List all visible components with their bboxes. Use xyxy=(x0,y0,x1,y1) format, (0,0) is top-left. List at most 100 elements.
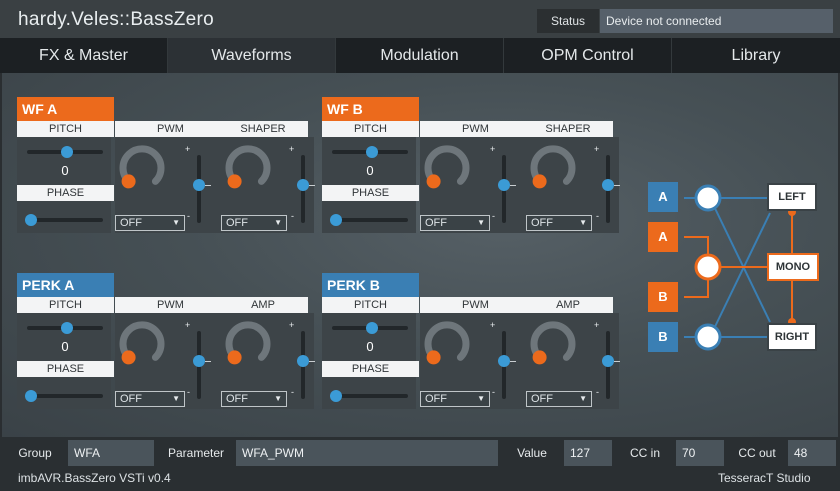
route-output-mono[interactable]: MONO xyxy=(767,253,819,281)
third-mod-select[interactable]: OFF ▼ xyxy=(221,391,287,407)
pitch-slider[interactable] xyxy=(27,146,103,158)
pitch-slider-thumb[interactable] xyxy=(61,146,73,158)
pitch-slider[interactable] xyxy=(27,322,103,334)
pwm-fader-thumb[interactable] xyxy=(193,179,205,191)
third-fader-tick xyxy=(309,361,315,362)
phase-label: PHASE xyxy=(17,185,114,201)
mix-node-a[interactable] xyxy=(694,184,722,212)
route-output-right[interactable]: RIGHT xyxy=(767,323,817,351)
pwm-mod-select[interactable]: OFF ▼ xyxy=(420,215,490,231)
pwm-minus-icon: - xyxy=(492,387,495,397)
third-fader[interactable] xyxy=(602,331,614,399)
pwm-fader[interactable] xyxy=(193,331,205,399)
pwm-knob[interactable] xyxy=(424,145,470,191)
phase-slider-thumb[interactable] xyxy=(25,390,37,402)
third-mod-select[interactable]: OFF ▼ xyxy=(526,391,592,407)
phase-slider[interactable] xyxy=(25,390,103,402)
phase-slider[interactable] xyxy=(330,390,408,402)
third-fader[interactable] xyxy=(297,155,309,223)
pwm-fader[interactable] xyxy=(498,331,510,399)
pwm-fader-thumb[interactable] xyxy=(498,355,510,367)
pwm-fader[interactable] xyxy=(498,155,510,223)
third-fader-thumb[interactable] xyxy=(602,179,614,191)
route-input-b1[interactable]: B xyxy=(648,282,678,312)
route-line xyxy=(709,212,771,338)
third-plus-icon: + xyxy=(594,144,600,154)
third-fader-thumb[interactable] xyxy=(297,355,309,367)
third-label: AMP xyxy=(218,297,308,313)
pitch-value: 0 xyxy=(61,163,69,178)
mix-node-perk[interactable] xyxy=(694,253,722,281)
parameter-value: WFA_PWM xyxy=(236,440,498,466)
pwm-fader[interactable] xyxy=(193,155,205,223)
pwm-minus-icon: - xyxy=(187,387,190,397)
panel-title: PERK B xyxy=(322,273,419,297)
tab-waveforms[interactable]: Waveforms xyxy=(168,38,336,73)
app-title: hardy.Veles::BassZero xyxy=(18,9,215,30)
chevron-down-icon: ▼ xyxy=(477,394,485,403)
third-fader-thumb[interactable] xyxy=(297,179,309,191)
third-mod-select[interactable]: OFF ▼ xyxy=(526,215,592,231)
pwm-plus-icon: + xyxy=(490,320,496,330)
tab-modulation[interactable]: Modulation xyxy=(336,38,504,73)
third-fader-tick xyxy=(614,185,620,186)
pwm-label: PWM xyxy=(115,121,226,137)
pwm-fader-thumb[interactable] xyxy=(498,179,510,191)
phase-slider[interactable] xyxy=(330,214,408,226)
pwm-mod-select[interactable]: OFF ▼ xyxy=(115,215,185,231)
tab-fx-master[interactable]: FX & Master xyxy=(0,38,168,73)
pitch-slider[interactable] xyxy=(332,322,408,334)
pitch-slider-thumb[interactable] xyxy=(61,322,73,334)
parameter-label: Parameter xyxy=(167,446,225,460)
pwm-fader-thumb[interactable] xyxy=(193,355,205,367)
pwm-mod-select[interactable]: OFF ▼ xyxy=(420,391,490,407)
phase-slider-thumb[interactable] xyxy=(330,214,342,226)
third-plus-icon: + xyxy=(289,144,295,154)
third-label: AMP xyxy=(523,297,613,313)
pwm-knob[interactable] xyxy=(424,321,470,367)
cc-out-field[interactable]: 48 xyxy=(788,440,836,466)
pitch-slider-thumb[interactable] xyxy=(366,146,378,158)
phase-slider[interactable] xyxy=(25,214,103,226)
pwm-plus-icon: + xyxy=(490,144,496,154)
pitch-slider-thumb[interactable] xyxy=(366,322,378,334)
third-knob[interactable] xyxy=(530,145,576,191)
pwm-label: PWM xyxy=(420,121,531,137)
third-mod-select[interactable]: OFF ▼ xyxy=(221,215,287,231)
chevron-down-icon: ▼ xyxy=(274,394,282,403)
pwm-minus-icon: - xyxy=(492,211,495,221)
pwm-fader-tick xyxy=(510,361,516,362)
phase-slider-thumb[interactable] xyxy=(330,390,342,402)
pwm-fader-tick xyxy=(510,185,516,186)
third-fader-tick xyxy=(309,185,315,186)
chevron-down-icon: ▼ xyxy=(477,218,485,227)
tab-opm-control[interactable]: OPM Control xyxy=(504,38,672,73)
route-input-a1[interactable]: A xyxy=(648,182,678,212)
pitch-slider[interactable] xyxy=(332,146,408,158)
third-plus-icon: + xyxy=(594,320,600,330)
third-fader[interactable] xyxy=(602,155,614,223)
tab-bar: FX & Master Waveforms Modulation OPM Con… xyxy=(0,38,840,73)
third-knob[interactable] xyxy=(225,145,271,191)
pwm-knob[interactable] xyxy=(119,321,165,367)
third-knob[interactable] xyxy=(225,321,271,367)
route-input-b2[interactable]: B xyxy=(648,322,678,352)
route-output-left[interactable]: LEFT xyxy=(767,183,817,211)
pwm-knob[interactable] xyxy=(119,145,165,191)
third-fader[interactable] xyxy=(297,331,309,399)
studio-text: TesseracT Studio xyxy=(718,471,811,485)
chevron-down-icon: ▼ xyxy=(274,218,282,227)
cc-in-field[interactable]: 70 xyxy=(676,440,724,466)
panel-title: WF B xyxy=(322,97,419,121)
value-field[interactable]: 127 xyxy=(564,440,612,466)
route-input-a2[interactable]: A xyxy=(648,222,678,252)
pwm-mod-select[interactable]: OFF ▼ xyxy=(115,391,185,407)
pwm-label: PWM xyxy=(115,297,226,313)
third-knob[interactable] xyxy=(530,321,576,367)
tab-library[interactable]: Library xyxy=(672,38,840,73)
status-label: Status xyxy=(537,9,599,33)
group-value: WFA xyxy=(68,440,154,466)
mix-node-b[interactable] xyxy=(694,323,722,351)
third-fader-thumb[interactable] xyxy=(602,355,614,367)
phase-slider-thumb[interactable] xyxy=(25,214,37,226)
